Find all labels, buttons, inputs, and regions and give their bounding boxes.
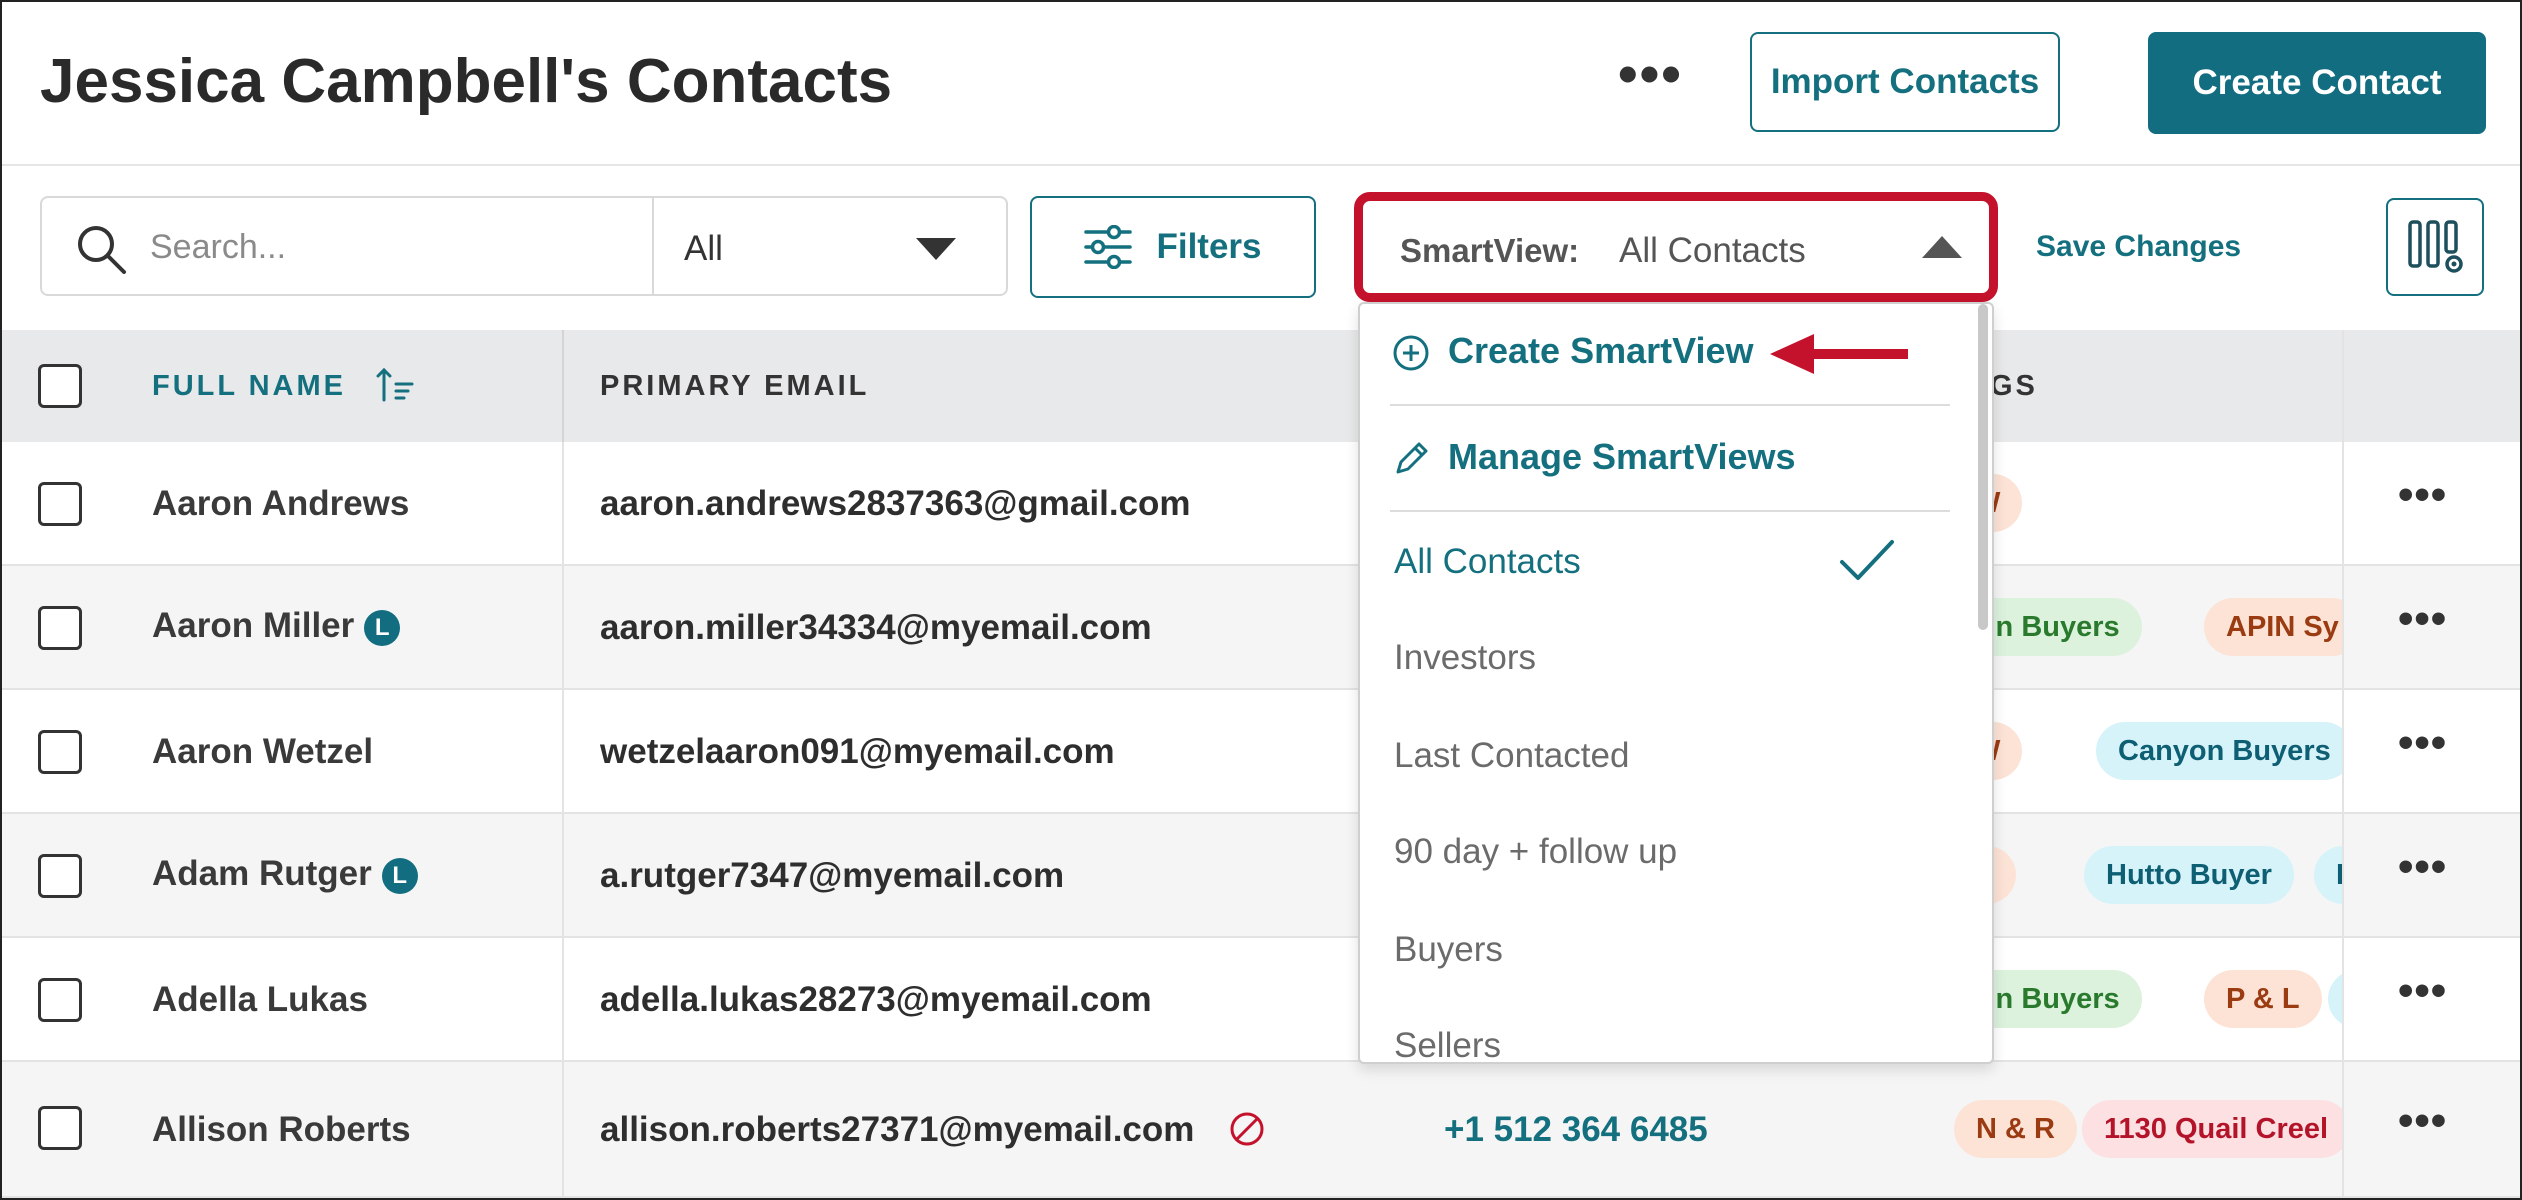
caret-up-icon[interactable]: [1922, 236, 1962, 258]
contact-email[interactable]: aaron.miller34334@myemail.com: [600, 608, 1152, 648]
row-checkbox[interactable]: [38, 482, 82, 526]
contact-name[interactable]: Aaron Andrews: [152, 484, 409, 524]
row-menu-button[interactable]: •••: [2398, 470, 2447, 520]
tags-cell: N & R 1130 Quail Creel: [1952, 1062, 2342, 1196]
smartview-option-investors[interactable]: Investors: [1394, 638, 1536, 678]
table-row[interactable]: Allison Roberts allison.roberts27371@mye…: [2, 1062, 2520, 1198]
filters-label: Filters: [1156, 227, 1262, 266]
row-checkbox[interactable]: [38, 978, 82, 1022]
contact-name-wrap: Adam Rutger L: [152, 854, 418, 894]
filters-button[interactable]: Filters: [1030, 196, 1316, 298]
contact-name[interactable]: Aaron Miller: [152, 606, 354, 645]
contact-phone[interactable]: +1 512 364 6485: [1444, 1110, 1708, 1150]
contact-email[interactable]: adella.lukas28273@myemail.com: [600, 980, 1152, 1020]
table-row[interactable]: Aaron Wetzel wetzelaaron091@myemail.com …: [2, 690, 2520, 814]
tags-cell: & W Canyon Buyers: [1952, 690, 2342, 812]
manage-smartviews-option[interactable]: Manage SmartViews: [1448, 436, 1795, 478]
table-row[interactable]: Aaron Andrews aaron.andrews2837363@gmail…: [2, 442, 2520, 566]
save-changes-link[interactable]: Save Changes: [2036, 230, 2241, 264]
contact-email[interactable]: wetzelaaron091@myemail.com: [600, 732, 1115, 772]
tag-label: P & L: [2226, 982, 2300, 1015]
dropdown-scrollbar[interactable]: [1978, 304, 1988, 630]
table-row[interactable]: Adella Lukas adella.lukas28273@myemail.c…: [2, 938, 2520, 1062]
smartview-value: All Contacts: [1619, 231, 1806, 270]
smartview-option-all-contacts[interactable]: All Contacts: [1394, 542, 1581, 582]
tag-label: Canyon Buyers: [2118, 734, 2331, 767]
search-input[interactable]: [148, 216, 632, 278]
row-menu-button[interactable]: •••: [2398, 842, 2447, 892]
checkmark-icon: [1840, 540, 1894, 580]
table-row[interactable]: Aaron Miller L aaron.miller34334@myemail.…: [2, 566, 2520, 690]
tag[interactable]: 1130 Quail Creel: [2082, 1100, 2342, 1158]
page-title: Jessica Campbell's Contacts: [40, 47, 893, 116]
red-arrow-icon: [1770, 334, 1908, 374]
row-menu-button[interactable]: •••: [2398, 718, 2447, 768]
smartview-option-buyers[interactable]: Buyers: [1394, 930, 1503, 970]
smartview-option-sellers[interactable]: Sellers: [1394, 1026, 1501, 1066]
menu-separator: [1390, 510, 1950, 512]
tag-label: N & R: [1976, 1112, 2055, 1145]
tags-cell: & W: [1952, 442, 2342, 564]
tags-cell: ustin Buyers APIN Sy: [1952, 566, 2342, 688]
create-smartview-option[interactable]: Create SmartView: [1448, 330, 1754, 372]
row-checkbox[interactable]: [38, 606, 82, 650]
tags-cell: ustin Buyers P & L: [1952, 938, 2342, 1060]
create-contact-button[interactable]: Create Contact: [2148, 32, 2486, 134]
sort-ascending-icon[interactable]: [376, 366, 414, 404]
smartview-option-last-contacted[interactable]: Last Contacted: [1394, 736, 1629, 776]
import-contacts-button[interactable]: Import Contacts: [1750, 32, 2060, 132]
select-all-checkbox[interactable]: [38, 364, 82, 408]
caret-down-icon[interactable]: [916, 238, 956, 260]
columns-settings-icon: [2408, 220, 2463, 273]
search-scope-select[interactable]: All: [684, 229, 723, 269]
row-checkbox[interactable]: [38, 1106, 82, 1150]
tags-column-header[interactable]: GS: [1990, 370, 2038, 403]
row-checkbox[interactable]: [38, 854, 82, 898]
primary-email-column-header[interactable]: PRIMARY EMAIL: [600, 370, 869, 403]
row-menu-button[interactable]: •••: [2398, 594, 2447, 644]
tag[interactable]: Canyon Buyers: [2096, 722, 2342, 780]
contact-name[interactable]: Aaron Wetzel: [152, 732, 373, 772]
smartview-key-label: SmartView:: [1400, 232, 1580, 269]
row-menu-button[interactable]: •••: [2398, 1096, 2447, 1146]
tag[interactable]: Hutto Buyer: [2084, 846, 2294, 904]
smartview-option-90-day-follow-up[interactable]: 90 day + follow up: [1394, 832, 1677, 872]
actions-column-divider: [2342, 330, 2344, 1198]
contact-name[interactable]: Adam Rutger: [152, 854, 372, 893]
full-name-column-header[interactable]: FULL NAME: [152, 370, 346, 403]
tag-label: 1130 Quail Creel: [2104, 1112, 2329, 1145]
row-menu-button[interactable]: •••: [2398, 966, 2447, 1016]
contact-email[interactable]: allison.roberts27371@myemail.com: [600, 1110, 1194, 1150]
tag-label: Hutto Buyer: [2106, 858, 2272, 891]
column-settings-button[interactable]: [2386, 198, 2484, 296]
tag[interactable]: F: [2314, 846, 2342, 904]
more-options-button[interactable]: •••: [1618, 46, 1683, 102]
search-divider: [652, 198, 654, 294]
tags-cell: & R Hutto Buyer F: [1952, 814, 2342, 936]
tag[interactable]: P & L: [2204, 970, 2322, 1028]
tag[interactable]: N & R: [1954, 1100, 2077, 1158]
contacts-page: Jessica Campbell's Contacts ••• Import C…: [0, 0, 2522, 1200]
pencil-icon: [1396, 442, 1428, 474]
sliders-icon: [1084, 225, 1133, 269]
contact-name[interactable]: Adella Lukas: [152, 980, 368, 1020]
no-email-icon: [1230, 1112, 1264, 1146]
lead-badge: L: [364, 609, 401, 646]
lead-badge: L: [381, 857, 418, 894]
row-checkbox[interactable]: [38, 730, 82, 774]
table-row[interactable]: Adam RutgerL a.rutger7347@myemail.com & …: [2, 814, 2520, 938]
tag-label: APIN Sy: [2226, 610, 2339, 643]
tag[interactable]: [2328, 970, 2342, 1028]
menu-separator: [1390, 404, 1950, 406]
plus-circle-icon: [1393, 335, 1429, 371]
contact-name-wrap: Aaron Miller L: [152, 606, 401, 646]
contact-email[interactable]: aaron.andrews2837363@gmail.com: [600, 484, 1191, 524]
search-icon: [78, 226, 126, 274]
contact-email[interactable]: a.rutger7347@myemail.com: [600, 856, 1064, 896]
tag[interactable]: APIN Sy: [2204, 598, 2342, 656]
contact-name[interactable]: Allison Roberts: [152, 1110, 411, 1150]
